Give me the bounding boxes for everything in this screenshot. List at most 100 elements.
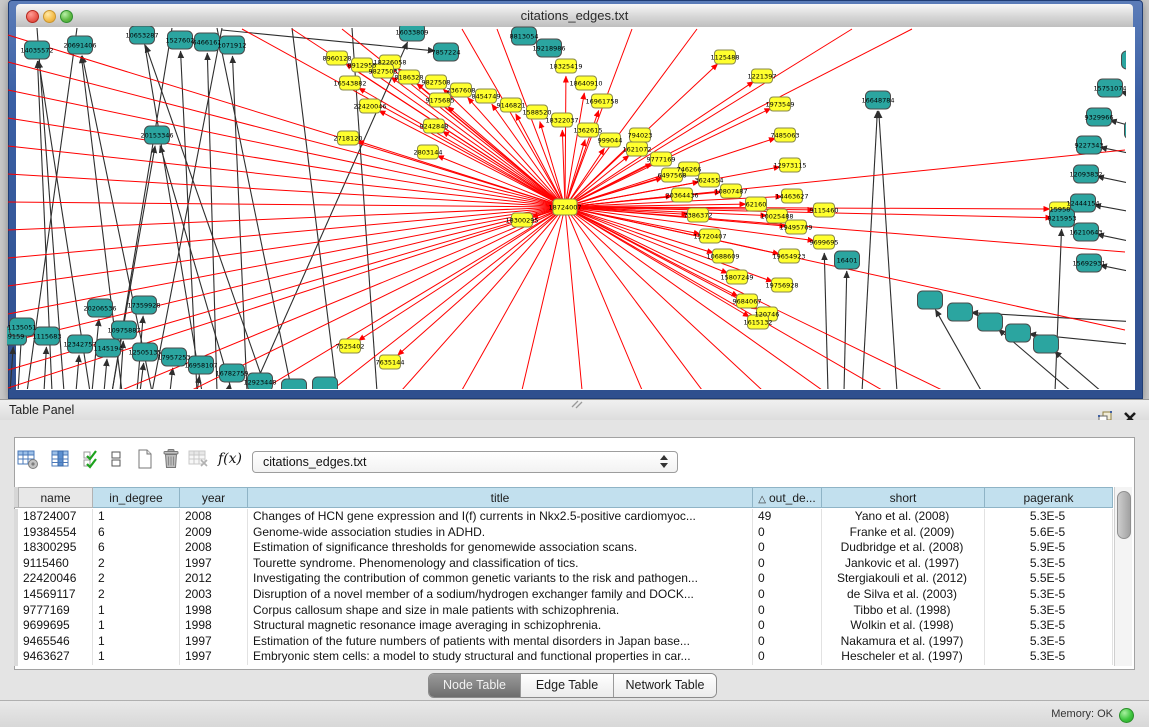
table-cell[interactable]: 1 [93,509,180,525]
graph-node[interactable] [313,377,338,389]
graph-node[interactable] [1125,121,1127,139]
table-cell[interactable]: Tourette syndrome. Phenomenology and cla… [248,556,753,572]
network-window-titlebar[interactable]: citations_edges.txt [16,4,1133,28]
table-cell[interactable]: 14569117 [18,587,93,603]
table-cell[interactable]: 1998 [180,618,248,634]
table-cell[interactable]: Nakamura et al. (1997) [822,634,985,650]
network-canvas[interactable]: 1872400789601288912955182260589827503165… [7,26,1126,389]
table-cell[interactable]: Tibbo et al. (1998) [822,603,985,619]
table-cell[interactable]: 5.3E-5 [985,556,1113,572]
column-header-name[interactable]: name [18,487,93,508]
table-cell[interactable]: 2003 [180,587,248,603]
table-cell[interactable]: 49 [753,509,822,525]
graph-node[interactable] [918,291,943,309]
table-select-dropdown[interactable]: citations_edges.txt [252,451,678,473]
table-cell[interactable]: Estimation of the future numbers of pati… [248,634,753,650]
table-cell[interactable]: 1 [93,649,180,665]
table-cell[interactable]: 0 [753,556,822,572]
table-row[interactable]: 969969511998Structural magnetic resonanc… [18,618,1113,634]
table-cell[interactable]: 0 [753,587,822,603]
table-cell[interactable]: Structural magnetic resonance image aver… [248,618,753,634]
scrollbar-thumb[interactable] [1117,491,1131,539]
graph-node[interactable] [978,313,1003,331]
table-cell[interactable]: 5.6E-5 [985,525,1113,541]
table-cell[interactable]: Estimation of significance thresholds fo… [248,540,753,556]
table-cell[interactable]: 9115460 [18,556,93,572]
table-cell[interactable]: 2009 [180,525,248,541]
table-cell[interactable]: 1997 [180,649,248,665]
table-scrollbar[interactable] [1114,487,1132,666]
table-cell[interactable]: 9699695 [18,618,93,634]
table-cell[interactable]: 5.3E-5 [985,587,1113,603]
table-cell[interactable]: 1997 [180,634,248,650]
table-row[interactable]: 946554611997Estimation of the future num… [18,634,1113,650]
graph-node[interactable] [1122,51,1127,69]
table-row[interactable]: 977716911998Corpus callosum shape and si… [18,603,1113,619]
table-cell[interactable]: 0 [753,525,822,541]
table-cell[interactable]: 5.5E-5 [985,571,1113,587]
table-cell[interactable]: 1 [93,603,180,619]
table-cell[interactable]: 0 [753,634,822,650]
table-cell[interactable]: 5.3E-5 [985,603,1113,619]
table-cell[interactable]: Yano et al. (2008) [822,509,985,525]
table-row[interactable]: 911546021997Tourette syndrome. Phenomeno… [18,556,1113,572]
table-cell[interactable]: 5.9E-5 [985,540,1113,556]
rows-icon[interactable] [109,448,123,470]
table-cell[interactable]: Wolkin et al. (1998) [822,618,985,634]
table-cell[interactable]: Changes of HCN gene expression and I(f) … [248,509,753,525]
table-row[interactable]: 1456911722003Disruption of a novel membe… [18,587,1113,603]
table-cell[interactable]: 1 [93,634,180,650]
table-cell[interactable]: 6 [93,540,180,556]
table-cell[interactable]: 5.3E-5 [985,649,1113,665]
column-header-in_degree[interactable]: in_degree [93,487,180,508]
table-cell[interactable]: Investigating the contribution of common… [248,571,753,587]
column-header-title[interactable]: title [248,487,753,508]
graph-node[interactable] [282,379,307,389]
panel-resize-notch[interactable] [570,400,584,409]
column-header-year[interactable]: year [180,487,248,508]
tab-node-table[interactable]: Node Table [429,674,520,697]
memory-status-icon[interactable] [1119,708,1134,723]
table-cell[interactable]: 22420046 [18,571,93,587]
table-cell[interactable]: 18724007 [18,509,93,525]
table-cell[interactable]: 9465546 [18,634,93,650]
table-settings-icon[interactable] [17,448,39,470]
tab-network-table[interactable]: Network Table [613,674,716,697]
trash-icon[interactable] [160,448,182,470]
tab-edge-table[interactable]: Edge Table [520,674,613,697]
table-cell[interactable]: 1997 [180,556,248,572]
table-cell[interactable]: Dudbridge et al. (2008) [822,540,985,556]
table-row[interactable]: 1830029562008Estimation of significance … [18,540,1113,556]
table-cell[interactable]: 2 [93,571,180,587]
table-row[interactable]: 2242004622012Investigating the contribut… [18,571,1113,587]
select-rows-icon[interactable] [82,448,102,470]
table-cell[interactable]: 9463627 [18,649,93,665]
table-row[interactable]: 1938455462009Genome-wide association stu… [18,525,1113,541]
table-cell[interactable]: Franke et al. (2009) [822,525,985,541]
column-header-short[interactable]: short [822,487,985,508]
graph-node[interactable] [1034,335,1059,353]
table-cell[interactable]: 2 [93,587,180,603]
graph-node[interactable] [1006,324,1031,342]
table-column-icon[interactable] [50,448,72,470]
table-cell[interactable]: Corpus callosum shape and size in male p… [248,603,753,619]
table-cell[interactable]: Stergiakouli et al. (2012) [822,571,985,587]
column-header-out_de[interactable]: △out_de... [753,487,822,508]
table-cell[interactable]: Disruption of a novel member of a sodium… [248,587,753,603]
table-cell[interactable]: 5.3E-5 [985,509,1113,525]
table-cell[interactable]: 2012 [180,571,248,587]
table-cell[interactable]: 0 [753,540,822,556]
table-cell[interactable]: 19384554 [18,525,93,541]
table-cell[interactable]: 0 [753,649,822,665]
table-cell[interactable]: Embryonic stem cells: a model to study s… [248,649,753,665]
column-header-pagerank[interactable]: pagerank [985,487,1113,508]
table-cell[interactable]: 0 [753,571,822,587]
new-document-icon[interactable] [135,448,155,470]
table-cell[interactable]: 2008 [180,540,248,556]
table-cell[interactable]: 1998 [180,603,248,619]
table-row[interactable]: 1872400712008Changes of HCN gene express… [18,509,1113,525]
table-cell[interactable]: 5.3E-5 [985,618,1113,634]
table-cell[interactable]: 6 [93,525,180,541]
table-cell[interactable]: 0 [753,603,822,619]
table-cell[interactable]: 1 [93,618,180,634]
